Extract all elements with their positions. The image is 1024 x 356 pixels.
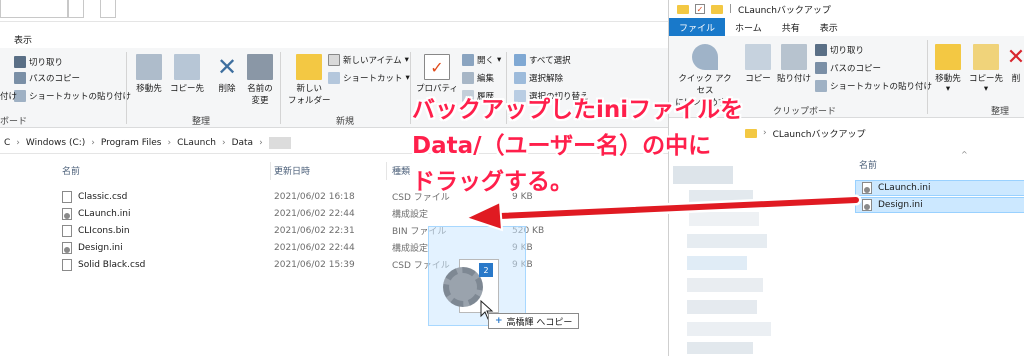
annotation-line: ドラッグする。	[412, 169, 573, 195]
annotation-line: バックアップしたiniファイルを	[412, 97, 744, 123]
instruction-annotation: バックアップしたiniファイルを Data/（ユーザー名）の中に ドラッグする。	[412, 92, 772, 200]
annotation-line: Data/（ユーザー名）の中に	[412, 133, 712, 159]
red-arrow-icon	[463, 194, 862, 232]
